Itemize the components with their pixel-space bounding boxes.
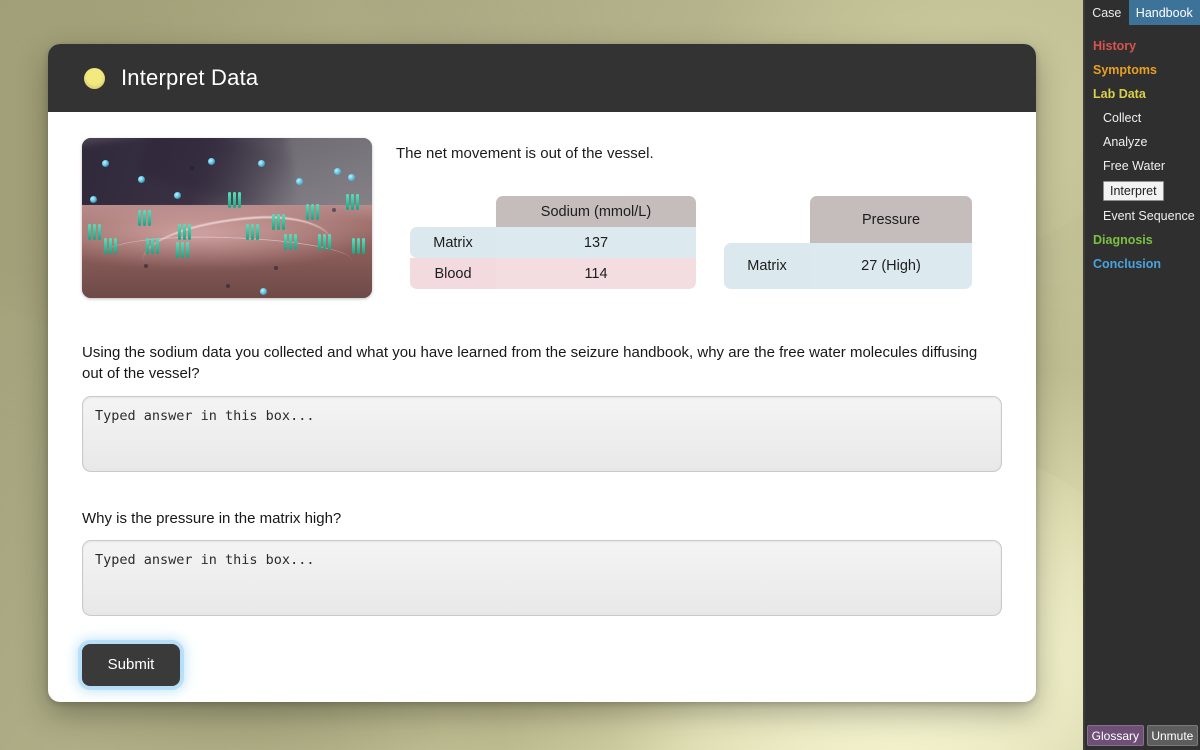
sidebar-item-interpret[interactable]: Interpret (1103, 181, 1164, 201)
table-row: Blood 114 (410, 258, 696, 290)
table-header-row: Sodium (mmol/L) (410, 196, 696, 228)
yellow-circle-icon (84, 67, 105, 89)
right-sidebar: Case Handbook History Symptoms Lab Data … (1083, 0, 1200, 750)
row-label-matrix: Matrix (724, 242, 810, 290)
sidebar-item-free-water[interactable]: Free Water (1085, 154, 1200, 178)
answer-input-2[interactable]: Typed answer in this box... (82, 539, 1002, 616)
submit-button[interactable]: Submit (82, 643, 180, 686)
table-row: Matrix 27 (High) (724, 242, 972, 290)
sidebar-item-lab-data[interactable]: Lab Data (1085, 82, 1200, 106)
sidebar-item-collect[interactable]: Collect (1085, 106, 1200, 130)
tab-handbook[interactable]: Handbook (1128, 0, 1200, 25)
sidebar-item-analyze[interactable]: Analyze (1085, 130, 1200, 154)
row-label-blood: Blood (410, 258, 496, 290)
sodium-column-header: Sodium (mmol/L) (496, 196, 696, 228)
tables-row: Sodium (mmol/L) Matrix 137 Blood 114 Pre… (396, 196, 1002, 290)
table-row: Matrix 137 (410, 227, 696, 259)
sodium-table: Sodium (mmol/L) Matrix 137 Blood 114 (410, 196, 696, 290)
interpret-data-card: Interpret Data The net movement is out o… (48, 44, 1036, 702)
sidebar-item-conclusion[interactable]: Conclusion (1085, 252, 1200, 276)
page-title: Interpret Data (121, 65, 259, 90)
sidebar-bottom-buttons: Glossary Unmute (1085, 725, 1200, 746)
tables-column: The net movement is out of the vessel. S… (396, 138, 1002, 298)
microscopy-image (82, 138, 372, 298)
lead-statement: The net movement is out of the vessel. (396, 145, 654, 162)
row-label-matrix: Matrix (410, 227, 496, 259)
sidebar-item-history[interactable]: History (1085, 34, 1200, 58)
sidebar-item-symptoms[interactable]: Symptoms (1085, 58, 1200, 82)
table-header-row: Pressure (724, 196, 972, 243)
pressure-column-header: Pressure (810, 196, 972, 243)
table-corner-cell (410, 196, 496, 227)
tab-case[interactable]: Case (1085, 0, 1129, 25)
sidebar-tabs: Case Handbook (1085, 0, 1200, 25)
answer-input-1[interactable]: Typed answer in this box... (82, 395, 1002, 472)
sidebar-item-diagnosis[interactable]: Diagnosis (1085, 228, 1200, 252)
sodium-value-blood: 114 (496, 258, 696, 290)
question-2-prompt: Why is the pressure in the matrix high? (82, 509, 342, 527)
card-body: The net movement is out of the vessel. S… (48, 112, 1036, 686)
submit-button-wrap: Submit (82, 643, 180, 686)
pressure-table: Pressure Matrix 27 (High) (724, 196, 972, 290)
pressure-value-matrix: 27 (High) (810, 242, 972, 290)
glossary-button[interactable]: Glossary (1087, 725, 1144, 746)
table-corner-cell (724, 196, 810, 243)
question-1-prompt: Using the sodium data you collected and … (82, 344, 978, 383)
card-header: Interpret Data (48, 44, 1036, 112)
sidebar-item-event-sequence[interactable]: Event Sequence (1085, 204, 1200, 228)
sidebar-nav: History Symptoms Lab Data Collect Analyz… (1085, 25, 1200, 276)
unmute-button[interactable]: Unmute (1146, 725, 1198, 746)
data-summary-row: The net movement is out of the vessel. S… (82, 112, 1002, 298)
sodium-value-matrix: 137 (496, 227, 696, 259)
